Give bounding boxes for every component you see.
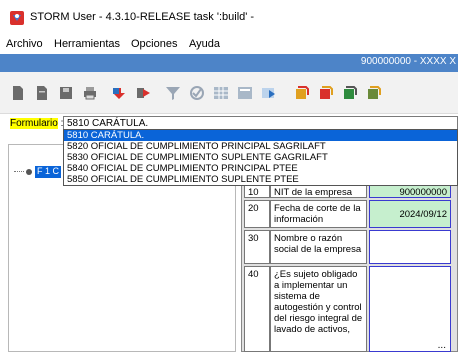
dropdown-option[interactable]: 5850 OFICIAL DE CUMPLIMIENTO SUPLENTE PT… [64,174,457,185]
save-icon[interactable] [58,85,74,101]
menu-archivo[interactable]: Archivo [6,38,43,50]
row-number: 10 [244,184,270,198]
tree-node-bullet-icon [26,169,32,175]
filter-icon[interactable] [165,85,181,101]
export-icon[interactable] [135,85,151,101]
table-icon[interactable] [237,85,253,101]
menu-bar: Archivo Herramientas Opciones Ayuda [0,36,458,54]
menu-ayuda[interactable]: Ayuda [189,38,220,50]
info-bar: 900000000 - XXXX X [0,54,458,72]
attach-icon[interactable] [294,85,310,101]
grid-icon[interactable] [213,85,229,101]
entity-id-label: 900000000 - XXXX X [360,56,456,67]
storm-app-icon [10,11,24,25]
row-number: 20 [244,200,270,228]
value-nit[interactable]: 900000000 [369,184,451,198]
form-dropdown-list: 5810 CARÁTULA. 5820 OFICIAL DE CUMPLIMIE… [63,129,458,186]
row-description: NIT de la empresa [270,184,367,198]
form-label: Formulario : [10,118,63,129]
menu-herramientas[interactable]: Herramientas [54,38,120,50]
new-doc-icon[interactable] [10,85,26,101]
row-description: Nombre o razón social de la empresa [270,230,367,264]
row-number: 30 [244,230,270,264]
row-description: Fecha de corte de la información [270,200,367,228]
dropdown-option[interactable]: 5810 CARÁTULA. [64,130,457,141]
title-bar: STORM User - 4.3.10-RELEASE task ':build… [0,0,458,36]
open-doc-icon[interactable] [34,85,50,101]
row-number: 40 [244,266,270,352]
report-icon[interactable] [342,85,358,101]
value-obligated-subject[interactable]: ... [369,266,451,352]
tree-node-label[interactable]: F 1 C [35,166,62,178]
value-company-name[interactable] [369,230,451,264]
dropdown-option[interactable]: 5820 OFICIAL DE CUMPLIMIENTO PRINCIPAL S… [64,141,457,152]
send-icon[interactable] [318,85,334,101]
dropdown-option[interactable]: 5830 OFICIAL DE CUMPLIMIENTO SUPLENTE GA… [64,152,457,163]
row-description: ¿Es sujeto obligado a implementar un sis… [270,266,367,352]
form-label-text: Formulario [10,118,58,129]
print-icon[interactable] [82,85,98,101]
tree-connector [14,171,24,172]
close-report-icon[interactable] [366,85,382,101]
refresh-icon[interactable] [261,85,277,101]
more-options-button[interactable]: ... [438,340,446,351]
window-title: STORM User - 4.3.10-RELEASE task ':build… [30,11,255,23]
import-icon[interactable] [111,85,127,101]
value-cutoff-date[interactable]: 2024/09/12 [369,200,451,228]
menu-opciones[interactable]: Opciones [131,38,177,50]
dropdown-option[interactable]: 5840 OFICIAL DE CUMPLIMIENTO PRINCIPAL P… [64,163,457,174]
validate-icon[interactable] [189,85,205,101]
toolbar [0,72,458,114]
